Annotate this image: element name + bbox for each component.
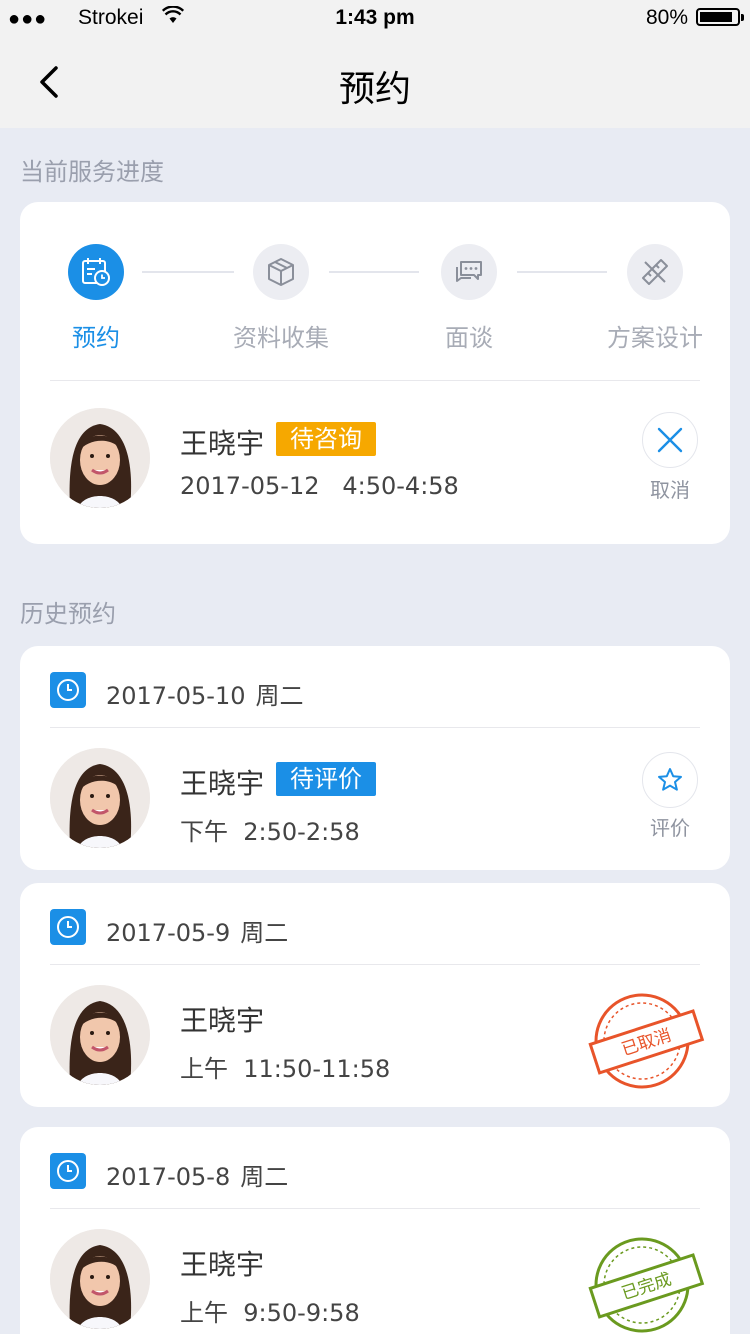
- consultant-name: 王晓宇: [180, 427, 265, 460]
- completed-stamp: 已完成: [588, 1237, 705, 1333]
- date-text: 2017-05-9: [106, 919, 231, 947]
- nav-bar: 预约: [0, 36, 750, 128]
- calendar-clock-icon: [82, 258, 110, 286]
- status-badge: 待咨询: [276, 422, 376, 456]
- time-range: 2:50-2:58: [243, 818, 360, 846]
- date-text: 2017-05-8: [106, 1163, 231, 1191]
- consultant-name: 王晓宇: [180, 1248, 265, 1281]
- consultant-name: 王晓宇: [180, 1004, 265, 1037]
- avatar: [50, 408, 150, 508]
- step-connector: [329, 271, 419, 273]
- appointment-time: 2017-05-12 4:50-4:58: [180, 472, 459, 500]
- rate-label[interactable]: 评价: [640, 812, 700, 841]
- section-label-history: 历史预约: [20, 600, 116, 628]
- history-date: 2017-05-8 周二: [106, 1157, 288, 1192]
- step-label-documents: 资料收集: [233, 324, 329, 352]
- section-label-current: 当前服务进度: [20, 158, 164, 186]
- cancelled-stamp: 已取消: [588, 993, 705, 1089]
- battery-percent: 80%: [645, 6, 688, 29]
- history-card: 2017-05-10 周二 王晓宇 待评价 下午 2:50-2:58 评价: [20, 646, 730, 870]
- divider: [50, 380, 700, 381]
- battery-icon: [696, 8, 744, 26]
- time-range: 11:50-11:58: [243, 1055, 391, 1083]
- weekday-text: 周二: [255, 682, 304, 710]
- ruler-pencil-icon: [642, 259, 668, 285]
- status-badge: 待评价: [276, 762, 376, 796]
- clock-icon: [50, 1153, 86, 1189]
- current-service-card: 预约 资料收集 面谈 方案设计 王晓宇 待咨询 2017-05-12 4:50-…: [20, 202, 730, 544]
- clock-icon: [50, 909, 86, 945]
- weekday-text: 周二: [240, 1163, 289, 1191]
- appointment-time: 上午 9:50-9:58: [180, 1293, 360, 1328]
- history-date: 2017-05-9 周二: [106, 913, 288, 948]
- appointment-time: 下午 2:50-2:58: [180, 812, 360, 847]
- star-icon: [658, 768, 682, 791]
- divider: [50, 727, 700, 728]
- avatar: [50, 748, 150, 848]
- appointment-time: 上午 11:50-11:58: [180, 1049, 390, 1084]
- step-label-interview: 面谈: [445, 324, 493, 352]
- avatar: [50, 1229, 150, 1329]
- date-text: 2017-05-10: [106, 682, 246, 710]
- history-card: 2017-05-9 周二 王晓宇 上午 11:50-11:58 已取消: [20, 883, 730, 1107]
- appointment-time-range: 4:50-4:58: [342, 472, 459, 500]
- step-appointment: [68, 244, 124, 300]
- history-card: 2017-05-8 周二 王晓宇 上午 9:50-9:58 已完成: [20, 1127, 730, 1334]
- consultant-name: 王晓宇: [180, 767, 265, 800]
- divider: [50, 964, 700, 965]
- step-interview: [441, 244, 497, 300]
- page-title: 预约: [338, 69, 411, 110]
- period-text: 上午: [180, 1055, 228, 1083]
- chat-bubbles-icon: [456, 261, 482, 282]
- period-text: 上午: [180, 1299, 228, 1327]
- step-connector: [517, 271, 607, 273]
- weekday-text: 周二: [240, 919, 289, 947]
- cancel-label[interactable]: 取消: [640, 474, 700, 503]
- progress-steps: 预约 资料收集 面谈 方案设计: [20, 244, 730, 364]
- time-range: 9:50-9:58: [243, 1299, 360, 1327]
- status-bar: ●●● Strokei 1:43 pm 80%: [0, 0, 750, 36]
- cancel-button[interactable]: [642, 412, 698, 468]
- box-icon: [268, 258, 294, 286]
- step-connector: [142, 271, 234, 273]
- step-documents: [253, 244, 309, 300]
- appointment-date: 2017-05-12: [180, 472, 320, 500]
- clock-icon: [50, 672, 86, 708]
- clock: 1:43 pm: [335, 6, 415, 29]
- avatar: [50, 985, 150, 1085]
- step-plan-design: [627, 244, 683, 300]
- step-label-appointment: 预约: [72, 324, 120, 352]
- step-label-plan-design: 方案设计: [607, 324, 703, 352]
- close-icon: [657, 427, 683, 453]
- period-text: 下午: [180, 818, 228, 846]
- divider: [50, 1208, 700, 1209]
- history-date: 2017-05-10 周二: [106, 676, 303, 711]
- rate-button[interactable]: [642, 752, 698, 808]
